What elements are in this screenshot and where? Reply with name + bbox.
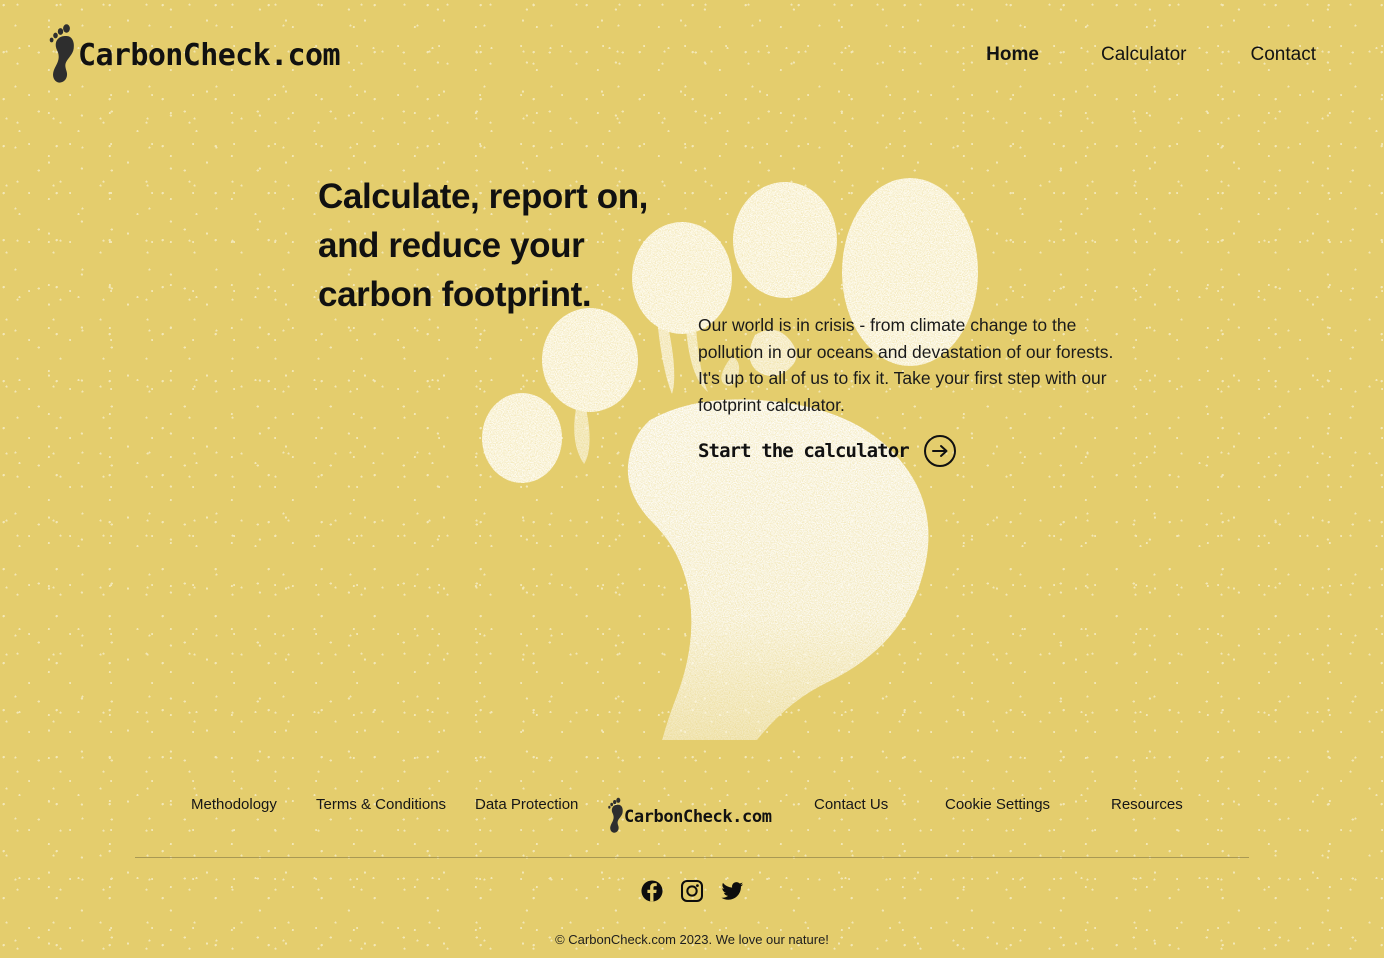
twitter-link[interactable] <box>720 880 744 902</box>
nav-item-calculator[interactable]: Calculator <box>1101 38 1187 72</box>
footprint-icon <box>49 24 74 83</box>
twitter-icon <box>720 882 743 900</box>
footer-logo[interactable]: CarbonCheck.com <box>606 796 772 834</box>
footer-link-data-protection[interactable]: Data Protection <box>475 796 578 813</box>
header-logo[interactable]: CarbonCheck.com <box>46 22 341 84</box>
arrow-right-circle-icon <box>923 435 956 467</box>
facebook-icon <box>640 880 663 902</box>
footer-link-terms[interactable]: Terms & Conditions <box>316 796 446 813</box>
hero-headline-line-3: carbon footprint. <box>318 275 592 314</box>
hero-description: Our world is in crisis - from climate ch… <box>698 315 1114 415</box>
nav-item-home[interactable]: Home <box>986 38 1039 72</box>
footprint-icon <box>608 797 623 833</box>
main-nav: Home Calculator Contact <box>986 38 1316 72</box>
hero-headline-line-1: Calculate, report on, <box>318 177 648 216</box>
nav-item-contact[interactable]: Contact <box>1251 38 1316 72</box>
site-header: CarbonCheck.com Home Calculator Contact <box>0 0 1384 110</box>
site-footer: Methodology Terms & Conditions Data Prot… <box>0 770 1384 947</box>
instagram-link[interactable] <box>680 880 703 902</box>
footer-divider <box>135 857 1249 858</box>
start-calculator-link[interactable]: Start the calculator <box>698 434 957 468</box>
hero-headline-line-2: and reduce your <box>318 226 585 265</box>
brand-name: CarbonCheck.com <box>78 38 341 73</box>
footer-link-contact-us[interactable]: Contact Us <box>814 796 888 813</box>
social-links <box>0 880 1384 902</box>
copyright-text: © CarbonCheck.com 2023. We love our natu… <box>555 932 829 947</box>
instagram-icon <box>680 880 703 902</box>
start-calculator-label: Start the calculator <box>698 440 910 462</box>
page-root: CarbonCheck.com Home Calculator Contact … <box>0 0 1384 958</box>
hero-headline: Calculate, report on, and reduce your ca… <box>318 172 648 319</box>
footer-link-cookie-settings[interactable]: Cookie Settings <box>945 796 1050 813</box>
footer-brand-name: CarbonCheck.com <box>624 806 772 827</box>
facebook-link[interactable] <box>640 880 663 902</box>
footer-link-row: Methodology Terms & Conditions Data Prot… <box>0 770 1384 840</box>
footer-link-methodology[interactable]: Methodology <box>191 796 277 813</box>
footer-link-resources[interactable]: Resources <box>1111 796 1183 813</box>
